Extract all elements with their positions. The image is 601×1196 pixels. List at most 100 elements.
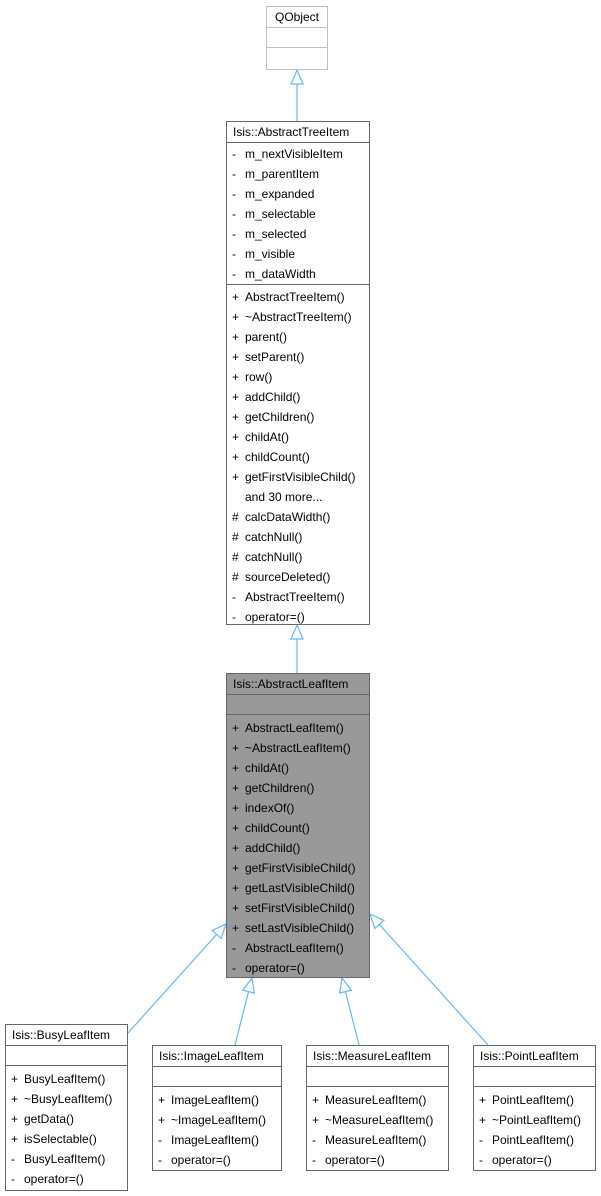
visibility-marker: + <box>11 1112 19 1126</box>
member-row[interactable]: + BusyLeafItem() <box>6 1069 127 1089</box>
member-row[interactable]: + childAt() <box>227 758 369 778</box>
member-row[interactable]: and 30 more... <box>227 487 369 507</box>
methods-section: + PointLeafItem() + ~PointLeafItem() - PointL… <box>474 1086 595 1172</box>
member-row[interactable]: + setParent() <box>227 347 369 367</box>
member-name: PointLeafItem() <box>492 1133 575 1147</box>
member-row[interactable]: - PointLeafItem() <box>474 1130 595 1150</box>
member-name: MeasureLeafItem() <box>325 1093 427 1107</box>
member-row[interactable]: + ImageLeafItem() <box>153 1090 281 1110</box>
visibility-marker: - <box>232 227 236 241</box>
member-row[interactable]: # catchNull() <box>227 547 369 567</box>
member-row[interactable]: + AbstractLeafItem() <box>227 718 369 738</box>
member-name: ~PointLeafItem() <box>492 1113 582 1127</box>
member-row[interactable]: + getChildren() <box>227 778 369 798</box>
member-row[interactable]: + setLastVisibleChild() <box>227 918 369 938</box>
class-node-qobject[interactable]: QObject <box>266 6 328 70</box>
member-row[interactable]: + setFirstVisibleChild() <box>227 898 369 918</box>
member-row[interactable]: - m_dataWidth <box>227 264 369 284</box>
member-row[interactable]: - AbstractTreeItem() <box>227 587 369 607</box>
member-name: getFirstVisibleChild() <box>245 470 356 484</box>
member-row[interactable]: - MeasureLeafItem() <box>307 1130 448 1150</box>
visibility-marker: + <box>232 821 240 835</box>
visibility-marker: + <box>232 430 240 444</box>
attributes-section <box>227 694 369 714</box>
class-node-point-leaf-item[interactable]: Isis::PointLeafItem + PointLeafItem() + ~Po… <box>473 1045 596 1171</box>
member-row[interactable]: + indexOf() <box>227 798 369 818</box>
member-row[interactable]: + getLastVisibleChild() <box>227 878 369 898</box>
member-row[interactable]: + AbstractTreeItem() <box>227 287 369 307</box>
visibility-marker: - <box>158 1133 162 1147</box>
inheritance-edge-busy_leaf_item <box>127 934 218 1034</box>
class-node-busy-leaf-item[interactable]: Isis::BusyLeafItem + BusyLeafItem() + ~Busy… <box>5 1024 128 1191</box>
member-row[interactable]: - operator=() <box>153 1150 281 1170</box>
member-name: getLastVisibleChild() <box>245 881 355 895</box>
member-name: ~AbstractLeafItem() <box>245 741 351 755</box>
member-row[interactable]: + ~AbstractTreeItem() <box>227 307 369 327</box>
member-row[interactable]: + getChildren() <box>227 407 369 427</box>
member-row[interactable]: + getFirstVisibleChild() <box>227 467 369 487</box>
member-row[interactable]: # sourceDeleted() <box>227 567 369 587</box>
member-row[interactable]: + childCount() <box>227 447 369 467</box>
member-row[interactable]: - m_nextVisibleItem <box>227 144 369 164</box>
member-row[interactable]: + isSelectable() <box>6 1129 127 1149</box>
visibility-marker: - <box>479 1133 483 1147</box>
member-row[interactable]: - operator=() <box>227 607 369 627</box>
member-name: setLastVisibleChild() <box>245 921 355 935</box>
member-row[interactable]: + ~MeasureLeafItem() <box>307 1110 448 1130</box>
member-row[interactable]: + getFirstVisibleChild() <box>227 858 369 878</box>
visibility-marker: - <box>232 267 236 281</box>
member-row[interactable]: + addChild() <box>227 838 369 858</box>
member-row[interactable]: - m_parentItem <box>227 164 369 184</box>
member-row[interactable]: + childCount() <box>227 818 369 838</box>
member-row[interactable]: + childAt() <box>227 427 369 447</box>
class-node-image-leaf-item[interactable]: Isis::ImageLeafItem + ImageLeafItem() + ~Im… <box>152 1045 282 1171</box>
inheritance-arrowhead-icon <box>368 912 385 930</box>
visibility-marker: + <box>232 390 240 404</box>
member-name: getData() <box>24 1112 75 1126</box>
member-name: operator=() <box>245 961 305 975</box>
class-node-measure-leaf-item[interactable]: Isis::MeasureLeafItem + MeasureLeafItem()… <box>306 1045 449 1171</box>
member-row[interactable]: + PointLeafItem() <box>474 1090 595 1110</box>
class-title: Isis::AbstractTreeItem <box>233 125 350 139</box>
member-row[interactable]: + ~AbstractLeafItem() <box>227 738 369 758</box>
member-row[interactable]: + getData() <box>6 1109 127 1129</box>
member-row[interactable]: - BusyLeafItem() <box>6 1149 127 1169</box>
member-name: addChild() <box>245 390 301 404</box>
member-row[interactable]: + ~BusyLeafItem() <box>6 1089 127 1109</box>
member-row[interactable]: + parent() <box>227 327 369 347</box>
class-node-abstract-leaf-item[interactable]: Isis::AbstractLeafItem + AbstractLeafItem… <box>226 673 370 978</box>
visibility-marker: + <box>232 901 240 915</box>
member-row[interactable]: - m_expanded <box>227 184 369 204</box>
member-name: childCount() <box>245 450 310 464</box>
visibility-marker: + <box>11 1072 19 1086</box>
visibility-marker: + <box>232 410 240 424</box>
member-name: catchNull() <box>245 550 303 564</box>
member-name: sourceDeleted() <box>245 570 331 584</box>
member-row[interactable]: + ~PointLeafItem() <box>474 1110 595 1130</box>
member-row[interactable]: - operator=() <box>227 958 369 978</box>
class-node-abstract-tree-item[interactable]: Isis::AbstractTreeItem - m_nextVisibleIte… <box>226 121 370 625</box>
visibility-marker: + <box>232 470 240 484</box>
member-row[interactable]: - operator=() <box>6 1169 127 1189</box>
methods-section <box>267 47 327 69</box>
member-row[interactable]: - m_selected <box>227 224 369 244</box>
member-row[interactable]: - operator=() <box>474 1150 595 1170</box>
member-row[interactable]: - ImageLeafItem() <box>153 1130 281 1150</box>
member-row[interactable]: # calcDataWidth() <box>227 507 369 527</box>
member-row[interactable]: + MeasureLeafItem() <box>307 1090 448 1110</box>
methods-section: + ImageLeafItem() + ~ImageLeafItem() - ImageL… <box>153 1086 281 1172</box>
member-row[interactable]: + addChild() <box>227 387 369 407</box>
member-row[interactable]: - m_visible <box>227 244 369 264</box>
visibility-marker: + <box>232 801 240 815</box>
member-row[interactable]: - m_selectable <box>227 204 369 224</box>
visibility-marker: + <box>232 310 240 324</box>
member-row[interactable]: # catchNull() <box>227 527 369 547</box>
methods-section: + AbstractTreeItem() + ~AbstractTreeItem() +… <box>227 284 369 629</box>
visibility-marker: # <box>232 510 239 524</box>
member-row[interactable]: - AbstractLeafItem() <box>227 938 369 958</box>
member-row[interactable]: - operator=() <box>307 1150 448 1170</box>
visibility-marker: - <box>232 207 236 221</box>
member-row[interactable]: + row() <box>227 367 369 387</box>
member-row[interactable]: + ~ImageLeafItem() <box>153 1110 281 1130</box>
attributes-section <box>474 1066 595 1086</box>
